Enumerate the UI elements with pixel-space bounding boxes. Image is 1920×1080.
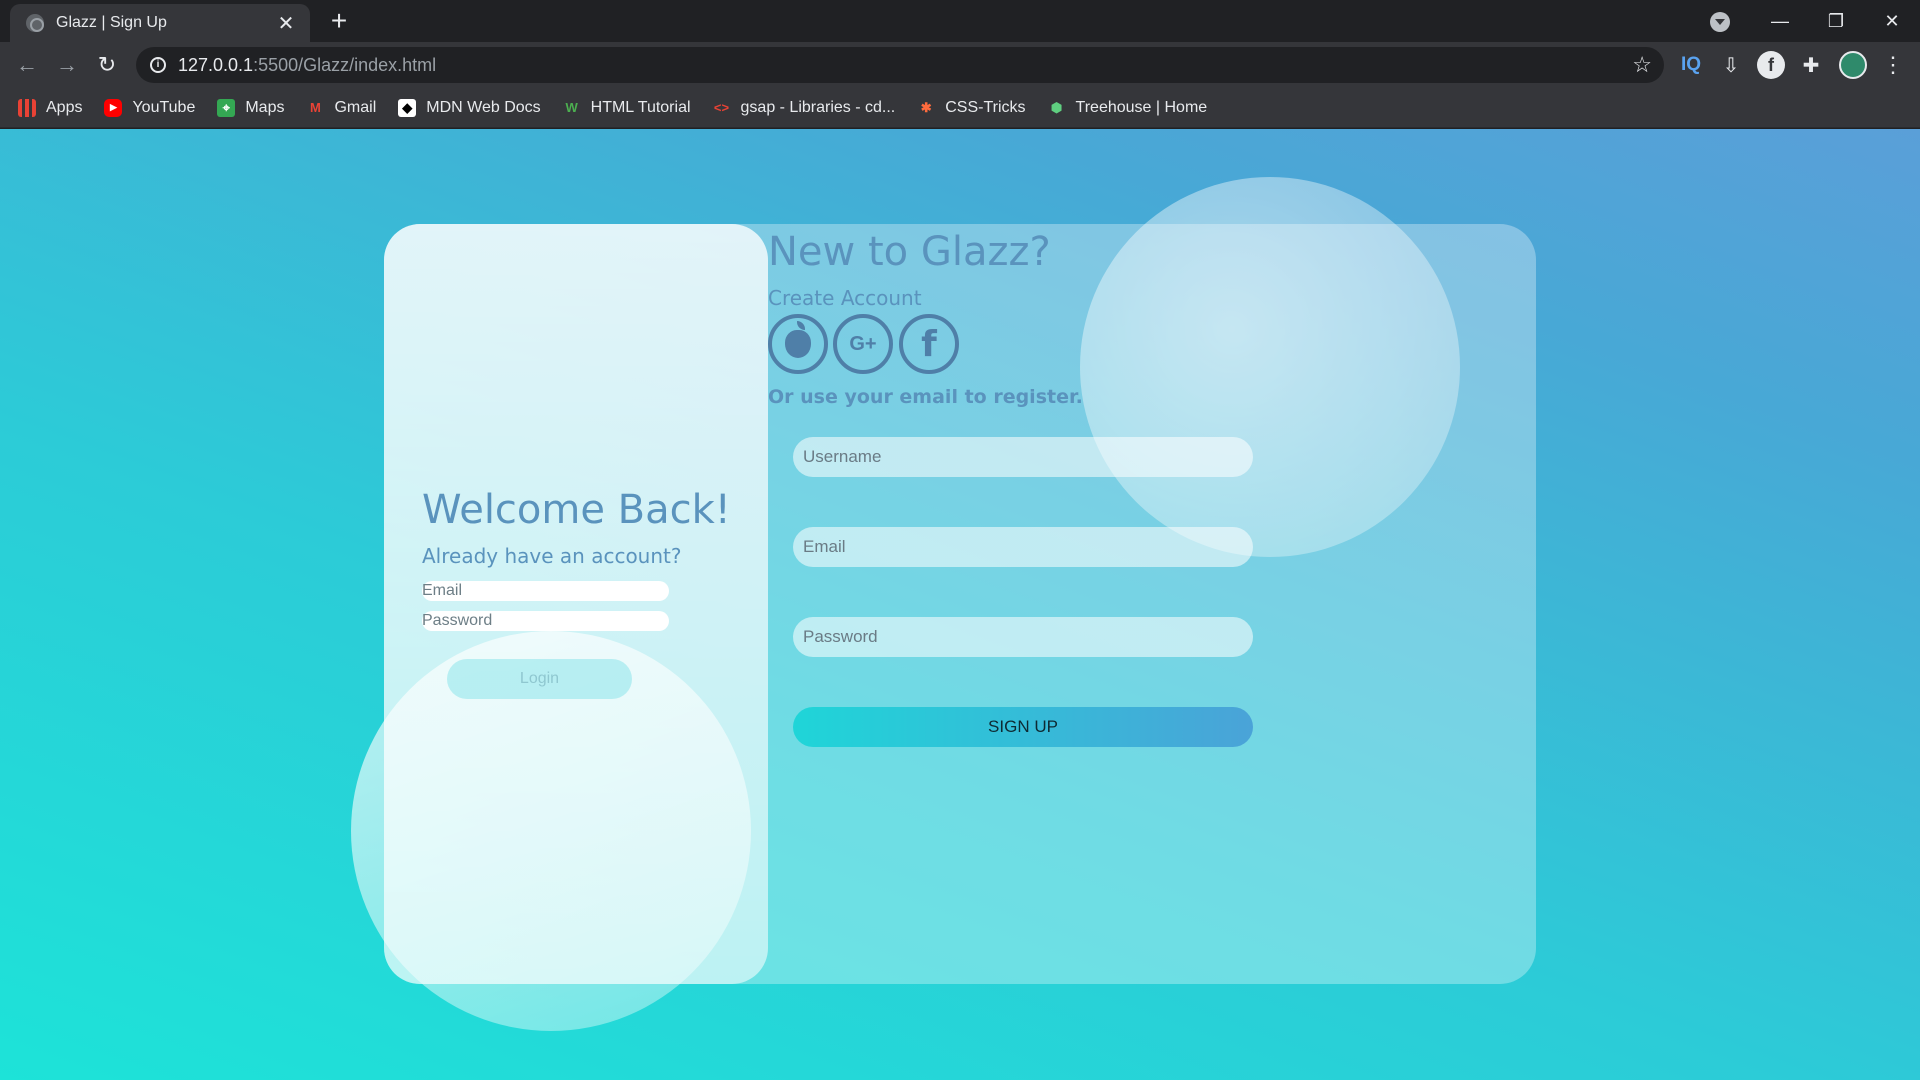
extensions-puzzle-icon[interactable]: ✚ xyxy=(1796,50,1826,80)
signup-email-field[interactable] xyxy=(793,527,1253,567)
w3schools-icon: W xyxy=(565,100,578,115)
login-password-input[interactable] xyxy=(422,611,669,631)
signup-email-input[interactable] xyxy=(803,527,1253,567)
iq-extension-icon[interactable]: IQ xyxy=(1676,50,1706,80)
url-host: 127.0.0.1 xyxy=(178,54,254,75)
bookmark-apps[interactable]: Apps xyxy=(18,98,83,117)
download-extension-icon[interactable]: ⇩ xyxy=(1716,50,1746,80)
bookmark-label: YouTube xyxy=(132,98,196,116)
tab-title: Glazz | Sign Up xyxy=(56,14,167,31)
bookmark-mdn[interactable]: ◆ MDN Web Docs xyxy=(398,98,541,117)
apple-signup-button[interactable] xyxy=(768,314,828,374)
apple-icon xyxy=(785,321,811,358)
bookmark-html-tutorial[interactable]: W HTML Tutorial xyxy=(563,99,691,117)
bookmark-gsap[interactable]: <> gsap - Libraries - cd... xyxy=(713,98,896,117)
bookmark-label: CSS-Tricks xyxy=(945,98,1026,116)
google-plus-icon: G+ xyxy=(849,332,877,355)
bookmarks-bar: Apps ▶ YouTube ⌖ Maps M Gmail ◆ MDN Web Docs… xyxy=(0,88,1920,128)
signup-password-field[interactable] xyxy=(793,617,1253,657)
restore-button[interactable]: ❐ xyxy=(1808,11,1864,32)
signup-button[interactable]: SIGN UP xyxy=(793,707,1253,747)
new-tab-button[interactable]: + xyxy=(324,6,354,36)
url-path: :5500/Glazz/index.html xyxy=(253,54,437,75)
bookmark-gmail[interactable]: M Gmail xyxy=(306,99,376,117)
bookmark-label: Treehouse | Home xyxy=(1075,98,1208,116)
tab-strip: Glazz | Sign Up ✕ + — ❐ ✕ xyxy=(0,0,1920,42)
maps-icon: ⌖ xyxy=(217,98,236,117)
facebook-extension-icon[interactable]: f xyxy=(1756,50,1786,80)
window-controls: — ❐ ✕ xyxy=(1752,0,1920,42)
treehouse-icon: ⬢ xyxy=(1050,99,1063,115)
bookmark-label: Apps xyxy=(46,98,83,116)
avatar-icon xyxy=(1839,51,1867,79)
gmail-icon: M xyxy=(310,100,321,115)
page-viewport: Welcome Back! Already have an account? L… xyxy=(0,129,1920,1080)
login-email-input[interactable] xyxy=(422,581,669,601)
forward-button[interactable]: → xyxy=(52,50,82,80)
login-password-field[interactable] xyxy=(422,611,669,631)
globe-icon xyxy=(26,14,44,32)
bookmark-maps[interactable]: ⌖ Maps xyxy=(217,98,285,117)
bookmark-label: MDN Web Docs xyxy=(426,98,541,116)
signup-heading: New to Glazz? xyxy=(768,229,1051,275)
login-panel xyxy=(384,224,768,984)
signup-subheading: Create Account xyxy=(768,286,922,310)
login-button[interactable]: Login xyxy=(447,659,632,699)
email-register-hint: Or use your email to register. xyxy=(768,386,1083,408)
mdn-icon: ◆ xyxy=(398,98,417,117)
apps-icon xyxy=(18,98,36,117)
facebook-extension-label: f xyxy=(1757,51,1785,79)
username-field[interactable] xyxy=(793,437,1253,477)
close-tab-icon[interactable]: ✕ xyxy=(274,11,298,36)
bookmark-label: HTML Tutorial xyxy=(590,98,691,116)
bookmark-treehouse[interactable]: ⬢ Treehouse | Home xyxy=(1048,98,1208,117)
bookmark-youtube[interactable]: ▶ YouTube xyxy=(104,98,196,117)
username-input[interactable] xyxy=(803,437,1253,477)
facebook-icon: f xyxy=(921,323,937,365)
address-bar[interactable]: i 127.0.0.1:5500/Glazz/index.html ☆ xyxy=(136,47,1664,83)
profile-avatar[interactable] xyxy=(1838,50,1868,80)
youtube-icon: ▶ xyxy=(104,98,123,117)
reload-button[interactable]: ↻ xyxy=(92,50,122,80)
bookmark-star-icon[interactable]: ☆ xyxy=(1632,52,1652,78)
browser-menu-icon[interactable]: ⋮ xyxy=(1878,50,1908,80)
login-subheading: Already have an account? xyxy=(422,544,682,568)
info-icon[interactable]: i xyxy=(150,57,166,73)
bookmark-label: Maps xyxy=(245,98,285,116)
bookmark-label: Gmail xyxy=(334,98,377,116)
signup-password-input[interactable] xyxy=(803,617,1253,657)
google-signup-button[interactable]: G+ xyxy=(833,314,893,374)
tab-search-icon[interactable] xyxy=(1710,12,1730,32)
back-button[interactable]: ← xyxy=(12,50,42,80)
minimize-button[interactable]: — xyxy=(1752,11,1808,32)
code-icon: <> xyxy=(713,100,730,115)
close-window-button[interactable]: ✕ xyxy=(1864,11,1920,32)
login-email-field[interactable] xyxy=(422,581,669,601)
facebook-signup-button[interactable]: f xyxy=(899,314,959,374)
browser-toolbar: ← → ↻ i 127.0.0.1:5500/Glazz/index.html … xyxy=(0,42,1920,88)
browser-tab[interactable]: Glazz | Sign Up ✕ xyxy=(10,4,310,42)
css-tricks-icon: ✱ xyxy=(920,99,932,115)
bookmark-label: gsap - Libraries - cd... xyxy=(740,98,896,116)
login-heading: Welcome Back! xyxy=(422,487,731,533)
bookmark-css-tricks[interactable]: ✱ CSS-Tricks xyxy=(917,98,1026,117)
